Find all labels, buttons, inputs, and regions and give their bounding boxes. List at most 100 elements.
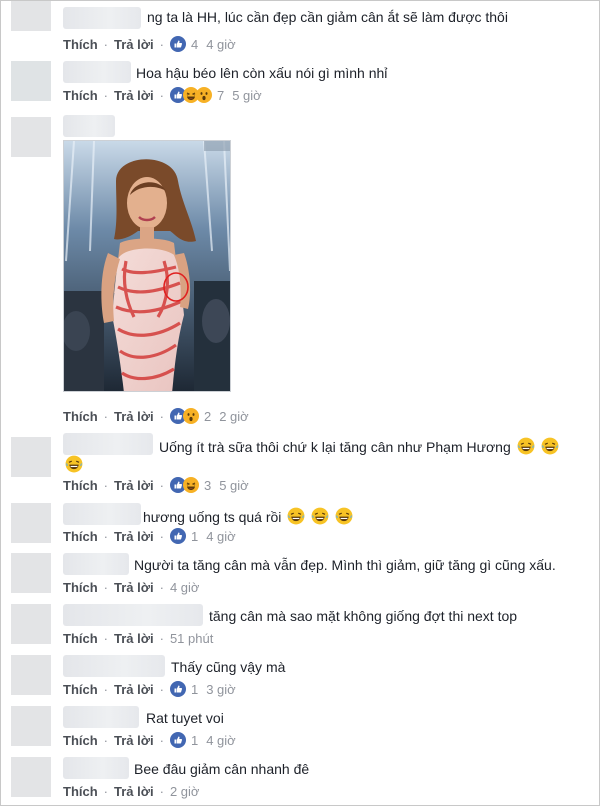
avatar[interactable] bbox=[11, 604, 51, 644]
comment-text: Thấy cũng vậy mà bbox=[171, 659, 286, 675]
comment-text: ng ta là HH, lúc cần đẹp cần giảm cân ắt… bbox=[147, 9, 508, 25]
reply-button[interactable]: Trả lời bbox=[114, 409, 154, 424]
commenter-name-blurred[interactable] bbox=[63, 757, 129, 779]
comment-photo[interactable] bbox=[63, 140, 231, 392]
like-reaction-icon bbox=[169, 36, 186, 52]
reactions[interactable] bbox=[169, 408, 199, 424]
timestamp[interactable]: 4 giờ bbox=[206, 733, 236, 748]
timestamp[interactable]: 51 phút bbox=[170, 631, 213, 646]
laugh-cry-emoji bbox=[335, 507, 353, 525]
separator-dot: · bbox=[103, 732, 109, 748]
timestamp[interactable]: 2 giờ bbox=[219, 409, 249, 424]
avatar[interactable] bbox=[11, 706, 51, 746]
commenter-name-blurred[interactable] bbox=[63, 7, 141, 29]
timestamp[interactable]: 3 giờ bbox=[206, 682, 236, 697]
commenter-name-blurred[interactable] bbox=[63, 604, 203, 626]
separator-dot: · bbox=[103, 87, 109, 103]
reaction-count: 7 bbox=[216, 87, 225, 103]
reactions[interactable] bbox=[169, 681, 186, 697]
wow-reaction-icon bbox=[182, 408, 199, 424]
separator-dot: · bbox=[159, 681, 164, 697]
avatar[interactable] bbox=[11, 757, 51, 797]
separator-dot: · bbox=[159, 408, 164, 424]
reactions[interactable] bbox=[169, 36, 186, 52]
reply-button[interactable]: Trả lời bbox=[114, 784, 154, 799]
comment-text-body: hương uống ts quá rồi bbox=[143, 509, 282, 525]
like-button[interactable]: Thích bbox=[63, 784, 98, 799]
like-button[interactable]: Thích bbox=[63, 409, 98, 424]
reply-button[interactable]: Trả lời bbox=[114, 88, 154, 103]
commenter-name-blurred[interactable] bbox=[63, 433, 153, 455]
separator-dot: · bbox=[159, 630, 164, 646]
like-button[interactable]: Thích bbox=[63, 88, 98, 103]
reply-button[interactable]: Trả lời bbox=[114, 631, 154, 646]
timestamp[interactable]: 4 giờ bbox=[206, 37, 236, 52]
comment-thread: ng ta là HH, lúc cần đẹp cần giảm cân ắt… bbox=[0, 0, 600, 806]
separator-dot: · bbox=[159, 36, 164, 52]
commenter-name-blurred[interactable] bbox=[63, 553, 129, 575]
separator-dot: · bbox=[103, 36, 109, 52]
avatar[interactable] bbox=[11, 117, 51, 157]
like-reaction-icon bbox=[169, 681, 186, 697]
avatar[interactable] bbox=[11, 1, 51, 31]
reply-button[interactable]: Trả lời bbox=[114, 37, 154, 52]
separator-dot: · bbox=[103, 528, 109, 544]
reply-button[interactable]: Trả lời bbox=[114, 733, 154, 748]
separator-dot: · bbox=[103, 408, 109, 424]
reply-button[interactable]: Trả lời bbox=[114, 529, 154, 544]
separator-dot: · bbox=[103, 477, 109, 493]
separator-dot: · bbox=[159, 783, 164, 799]
comment-actions: Thích · Trả lời · 4 giờ bbox=[63, 578, 199, 596]
reaction-count: 1 bbox=[190, 732, 199, 748]
laugh-cry-emoji bbox=[65, 455, 83, 473]
comment-actions: Thích · Trả lời · 2 giờ bbox=[63, 782, 199, 800]
timestamp[interactable]: 2 giờ bbox=[170, 784, 200, 799]
like-reaction-icon bbox=[169, 732, 186, 748]
reactions[interactable] bbox=[169, 528, 186, 544]
timestamp[interactable]: 5 giờ bbox=[232, 88, 262, 103]
commenter-name-blurred[interactable] bbox=[63, 61, 131, 83]
like-reaction-icon bbox=[169, 528, 186, 544]
comment-text: Hoa hậu béo lên còn xấu nói gì mình nhỉ bbox=[136, 65, 388, 81]
comment-actions: Thích · Trả lời · 1 4 giờ bbox=[63, 731, 236, 749]
comment-text: Người ta tăng cân mà vẫn đẹp. Mình thì g… bbox=[134, 557, 556, 573]
timestamp[interactable]: 5 giờ bbox=[219, 478, 249, 493]
comment-actions: Thích · Trả lời · 51 phút bbox=[63, 629, 213, 647]
timestamp[interactable]: 4 giờ bbox=[170, 580, 200, 595]
woman-in-dress-photo bbox=[64, 141, 230, 391]
separator-dot: · bbox=[159, 87, 164, 103]
commenter-name-blurred[interactable] bbox=[63, 655, 165, 677]
comment-actions: Thích · Trả lời · 3 5 giờ bbox=[63, 476, 249, 494]
comment-text: Uống ít trà sữa thôi chứ k lại tăng cân … bbox=[159, 437, 559, 455]
avatar[interactable] bbox=[11, 437, 51, 477]
like-button[interactable]: Thích bbox=[63, 733, 98, 748]
commenter-name-blurred[interactable] bbox=[63, 115, 115, 137]
like-button[interactable]: Thích bbox=[63, 682, 98, 697]
reactions[interactable] bbox=[169, 87, 212, 103]
commenter-name-blurred[interactable] bbox=[63, 706, 139, 728]
avatar[interactable] bbox=[11, 553, 51, 593]
comment-text: Bee đâu giảm cân nhanh đê bbox=[134, 761, 310, 777]
comment-text-body: Uống ít trà sữa thôi chứ k lại tăng cân … bbox=[159, 439, 511, 455]
commenter-name-blurred[interactable] bbox=[63, 503, 141, 525]
like-button[interactable]: Thích bbox=[63, 478, 98, 493]
reaction-count: 3 bbox=[203, 477, 212, 493]
reply-button[interactable]: Trả lời bbox=[114, 580, 154, 595]
separator-dot: · bbox=[159, 528, 164, 544]
wow-reaction-icon bbox=[195, 87, 212, 103]
avatar[interactable] bbox=[11, 655, 51, 695]
avatar[interactable] bbox=[11, 61, 51, 101]
comment-text-wrap bbox=[63, 455, 83, 473]
reply-button[interactable]: Trả lời bbox=[114, 682, 154, 697]
like-button[interactable]: Thích bbox=[63, 529, 98, 544]
reply-button[interactable]: Trả lời bbox=[114, 478, 154, 493]
reactions[interactable] bbox=[169, 477, 199, 493]
avatar[interactable] bbox=[11, 503, 51, 543]
separator-dot: · bbox=[103, 630, 109, 646]
like-button[interactable]: Thích bbox=[63, 631, 98, 646]
like-button[interactable]: Thích bbox=[63, 37, 98, 52]
timestamp[interactable]: 4 giờ bbox=[206, 529, 236, 544]
like-button[interactable]: Thích bbox=[63, 580, 98, 595]
reactions[interactable] bbox=[169, 732, 186, 748]
comment-text: Rat tuyet voi bbox=[146, 710, 224, 726]
